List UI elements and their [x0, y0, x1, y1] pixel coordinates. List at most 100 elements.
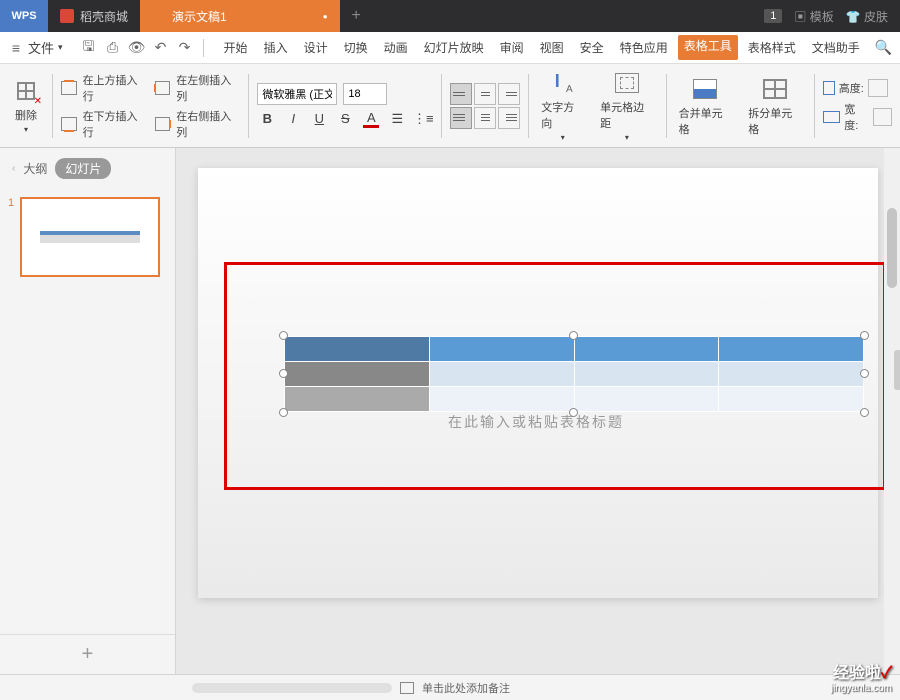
side-panel-handle[interactable]: [894, 350, 900, 390]
outline-tab[interactable]: 大纲: [23, 160, 47, 177]
ribbon-toolbar: ✕ 删除 ▾ 在上方插入行 在下方插入行 在左侧插入列 在右侧插入列 B I U…: [0, 64, 900, 148]
tab-table-tools[interactable]: 表格工具: [678, 35, 738, 60]
delete-button[interactable]: ✕ 删除 ▾: [8, 73, 44, 138]
resize-handle[interactable]: [569, 331, 578, 340]
italic-button[interactable]: I: [283, 109, 303, 129]
text-direction-button[interactable]: 文字方向▾: [537, 65, 588, 146]
resize-handle[interactable]: [860, 331, 869, 340]
resize-handle[interactable]: [279, 331, 288, 340]
height-icon: [823, 81, 835, 95]
align-top-center[interactable]: [474, 83, 496, 105]
quick-access-toolbar: 🖫 ⎙ 👁 ↶ ↷: [73, 40, 201, 56]
strikethrough-button[interactable]: S: [335, 109, 355, 129]
undo-icon[interactable]: ↶: [153, 40, 169, 56]
notes-icon[interactable]: [400, 682, 414, 694]
col-width[interactable]: 宽度:: [823, 101, 892, 133]
slides-tab[interactable]: 幻灯片: [55, 158, 111, 179]
vertical-scrollbar[interactable]: [884, 148, 900, 674]
tab-insert[interactable]: 插入: [258, 35, 294, 60]
resize-handle[interactable]: [860, 369, 869, 378]
cell-margin-button[interactable]: 单元格边距▾: [596, 65, 658, 146]
canvas-area: 在此输入或粘贴表格标题: [176, 148, 900, 674]
panel-chevron-icon[interactable]: ‹: [12, 163, 15, 174]
insert-col-right[interactable]: 在右侧插入列: [155, 108, 241, 140]
tab-transition[interactable]: 切换: [338, 35, 374, 60]
tab-design[interactable]: 设计: [298, 35, 334, 60]
delete-table-icon: ✕: [12, 77, 40, 105]
insert-row-below[interactable]: 在下方插入行: [61, 108, 147, 140]
tab-doc-helper[interactable]: 文档助手: [806, 35, 866, 60]
split-cell-icon: [761, 75, 789, 103]
store-icon: [60, 9, 74, 23]
font-color-button[interactable]: A: [361, 109, 381, 129]
resize-handle[interactable]: [279, 369, 288, 378]
add-slide-button[interactable]: +: [0, 634, 175, 674]
thumbnail-list: 1: [0, 189, 175, 634]
tab-animation[interactable]: 动画: [378, 35, 414, 60]
merge-cells-icon: [691, 75, 719, 103]
print-preview-icon[interactable]: 👁: [129, 40, 145, 56]
slide-number: 1: [8, 197, 14, 277]
presentation-icon: [152, 9, 166, 23]
align-middle-left[interactable]: [450, 107, 472, 129]
align-middle-right[interactable]: [498, 107, 520, 129]
new-tab-button[interactable]: +: [340, 0, 373, 32]
tab-document[interactable]: 演示文稿1 ●: [140, 0, 340, 32]
bold-button[interactable]: B: [257, 109, 277, 129]
search-icon[interactable]: 🔍: [875, 39, 892, 56]
status-bar: 单击此处添加备注: [0, 674, 900, 700]
slide-panel: ‹ 大纲 幻灯片 1 +: [0, 148, 176, 674]
selected-table[interactable]: [284, 336, 864, 412]
tab-table-style[interactable]: 表格样式: [742, 35, 802, 60]
file-menu[interactable]: ≡ 文件 ▾: [8, 38, 71, 57]
insert-col-left[interactable]: 在左侧插入列: [155, 72, 241, 104]
split-cell-button[interactable]: 拆分单元格: [744, 71, 806, 141]
title-bar: WPS 稻壳商城 演示文稿1 ● + 1 ▣ 模板 👕 皮肤: [0, 0, 900, 32]
insert-col-right-icon: [155, 117, 171, 131]
insert-row-above-icon: [61, 81, 77, 95]
app-logo[interactable]: WPS: [0, 0, 48, 32]
align-top-right[interactable]: [498, 83, 520, 105]
insert-row-below-icon: [61, 117, 77, 131]
canvas-viewport[interactable]: 在此输入或粘贴表格标题: [176, 148, 900, 674]
slide[interactable]: 在此输入或粘贴表格标题: [198, 168, 878, 598]
tab-review[interactable]: 审阅: [494, 35, 530, 60]
tab-special[interactable]: 特色应用: [614, 35, 674, 60]
notes-placeholder[interactable]: 单击此处添加备注: [422, 680, 510, 696]
redo-icon[interactable]: ↷: [177, 40, 193, 56]
print-icon[interactable]: ⎙: [105, 40, 121, 56]
tab-label: 稻壳商城: [80, 8, 128, 25]
alignment-group: [450, 83, 520, 129]
tab-store[interactable]: 稻壳商城: [48, 0, 140, 32]
watermark: 经验啦✓ jingyanla.com: [831, 659, 892, 694]
text-direction-icon: [549, 69, 577, 97]
workspace: ‹ 大纲 幻灯片 1 + 在此输入或粘贴表格标题: [0, 148, 900, 674]
align-middle-center[interactable]: [474, 107, 496, 129]
count-badge: 1: [764, 9, 782, 23]
insert-row-above[interactable]: 在上方插入行: [61, 72, 147, 104]
merge-cells-button[interactable]: 合并单元格: [675, 71, 737, 141]
row-height[interactable]: 高度:: [823, 79, 892, 97]
tab-home[interactable]: 开始: [218, 35, 254, 60]
resize-handle[interactable]: [279, 408, 288, 417]
placeholder-text: 在此输入或粘贴表格标题: [448, 412, 624, 432]
horizontal-scrollbar[interactable]: [192, 683, 392, 693]
underline-button[interactable]: U: [309, 109, 329, 129]
skin-button[interactable]: 👕 皮肤: [846, 8, 888, 25]
align-top-left[interactable]: [450, 83, 472, 105]
tab-view[interactable]: 视图: [534, 35, 570, 60]
numbering-button[interactable]: ⋮≡: [413, 109, 433, 129]
font-size-select[interactable]: [343, 83, 387, 105]
tab-slideshow[interactable]: 幻灯片放映: [418, 35, 490, 60]
resize-handle[interactable]: [860, 408, 869, 417]
font-family-select[interactable]: [257, 83, 337, 105]
template-button[interactable]: ▣ 模板: [794, 8, 833, 25]
resize-handle[interactable]: [569, 408, 578, 417]
slide-thumbnail[interactable]: 1: [8, 197, 167, 277]
save-icon[interactable]: 🖫: [81, 40, 97, 56]
unsaved-dot-icon: ●: [323, 12, 328, 21]
cell-margin-icon: [613, 69, 641, 97]
bullets-button[interactable]: ☰: [387, 109, 407, 129]
tab-security[interactable]: 安全: [574, 35, 610, 60]
width-icon: [823, 111, 841, 123]
